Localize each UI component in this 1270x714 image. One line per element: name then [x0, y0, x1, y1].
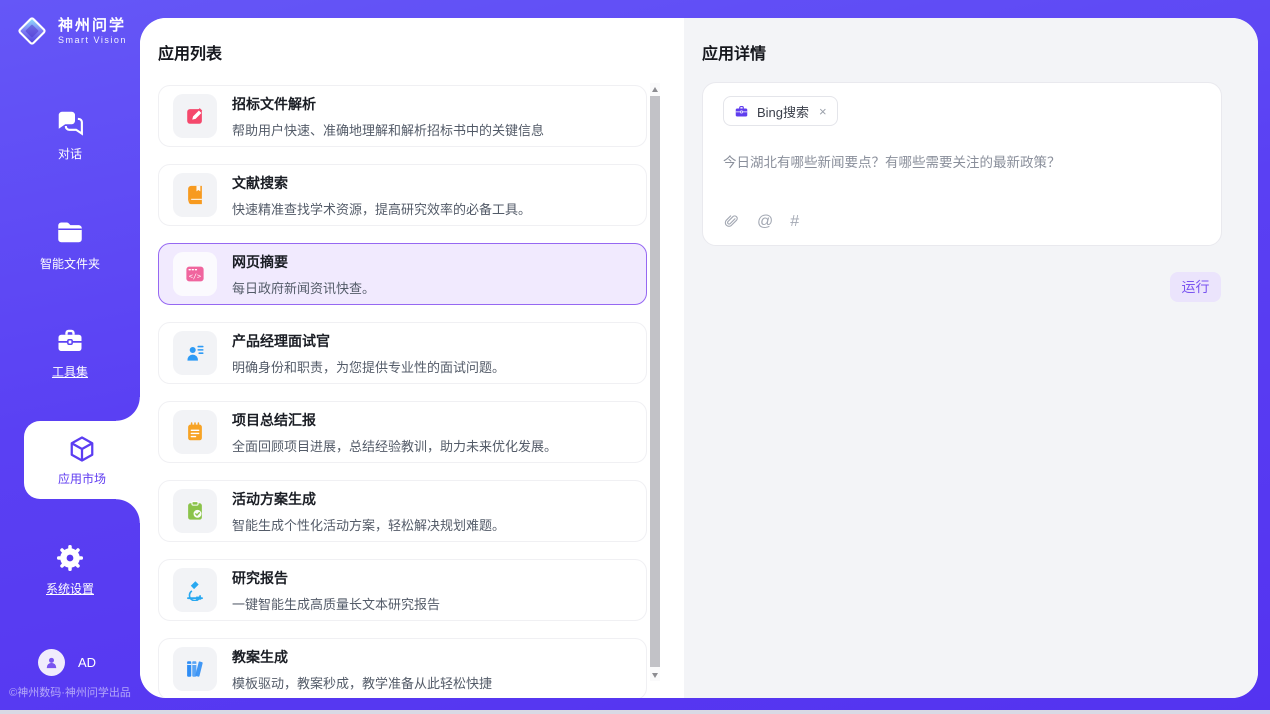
app-card[interactable]: 教案生成 模板驱动，教案秒成，教学准备从此轻松快捷 [158, 638, 647, 698]
sidebar-footer: ©神州数码·神州问学出品 [0, 684, 140, 700]
sidebar-item-label: 应用市场 [58, 470, 106, 487]
app-card-desc: 每日政府新闻资讯快查。 [232, 278, 375, 297]
app-card-desc: 明确身份和职责，为您提供专业性的面试问题。 [232, 357, 505, 376]
scroll-down-arrow[interactable] [650, 669, 660, 681]
app-card-title: 研究报告 [232, 568, 440, 588]
browser-code-icon: </> [173, 252, 217, 296]
query-input[interactable]: 今日湖北有哪些新闻要点？有哪些需要关注的最新政策？ [723, 151, 1203, 171]
app-card[interactable]: </> 网页摘要 每日政府新闻资讯快查。 [158, 243, 647, 305]
app-card-list: 招标文件解析 帮助用户快速、准确地理解和解析招标书中的关键信息 文献搜索 快速精… [158, 85, 647, 698]
person-doc-icon [173, 331, 217, 375]
scroll-up-arrow[interactable] [650, 83, 660, 95]
app-card-desc: 全面回顾项目进展，总结经验教训，助力未来优化发展。 [232, 436, 557, 455]
sidebar-item-app-market-active[interactable]: 应用市场 [24, 421, 140, 499]
sidebar-item-label: 智能文件夹 [0, 255, 140, 272]
hash-icon[interactable]: # [790, 214, 799, 230]
brand-name: 神州问学 [58, 17, 127, 35]
avatar [38, 649, 65, 676]
sidebar-item-label: 工具集 [0, 363, 140, 380]
window-bottom-edge [0, 710, 1270, 714]
microscope-icon [173, 568, 217, 612]
svg-text:</>: </> [189, 272, 201, 280]
app-card[interactable]: 项目总结汇报 全面回顾项目进展，总结经验教训，助力未来优化发展。 [158, 401, 647, 463]
toolbox-icon [0, 326, 140, 356]
book-icon [173, 173, 217, 217]
app-card[interactable]: 招标文件解析 帮助用户快速、准确地理解和解析招标书中的关键信息 [158, 85, 647, 147]
tool-chip-label: Bing搜索 [757, 102, 809, 121]
user-name: AD [78, 655, 96, 670]
app-card-title: 项目总结汇报 [232, 410, 557, 430]
run-button[interactable]: 运行 [1170, 272, 1221, 302]
content-area: 应用列表 招标文件解析 帮助用户快速、准确地理解和解析招标书中的关键信息 文献搜… [140, 18, 1258, 698]
tool-chip-bing-search[interactable]: Bing搜索 × [723, 96, 838, 126]
sidebar-item-label: 系统设置 [0, 580, 140, 597]
app-card-desc: 快速精准查找学术资源，提高研究效率的必备工具。 [232, 199, 531, 218]
sidebar-item-smart-folder[interactable]: 智能文件夹 [0, 218, 140, 272]
books-icon [173, 647, 217, 691]
prompt-input-card[interactable]: Bing搜索 × 今日湖北有哪些新闻要点？有哪些需要关注的最新政策？ @ # [702, 82, 1222, 246]
folder-icon [0, 218, 140, 248]
notepad-icon [173, 410, 217, 454]
briefcase-icon [734, 104, 749, 119]
clipboard-check-icon [173, 489, 217, 533]
app-card-title: 活动方案生成 [232, 489, 505, 509]
app-list-scrollbar[interactable] [650, 83, 660, 681]
sidebar-item-chat[interactable]: 对话 [0, 108, 140, 162]
sidebar-item-toolset[interactable]: 工具集 [0, 326, 140, 380]
app-card-title: 文献搜索 [232, 173, 531, 193]
app-card[interactable]: 文献搜索 快速精准查找学术资源，提高研究效率的必备工具。 [158, 164, 647, 226]
scrollbar-thumb[interactable] [650, 96, 660, 667]
app-card-title: 招标文件解析 [232, 94, 544, 114]
app-detail-title: 应用详情 [702, 40, 766, 64]
chat-icon [0, 108, 140, 138]
app-card-desc: 帮助用户快速、准确地理解和解析招标书中的关键信息 [232, 120, 544, 139]
at-mention-icon[interactable]: @ [757, 214, 773, 230]
app-card-title: 产品经理面试官 [232, 331, 505, 351]
sidebar-item-settings[interactable]: 系统设置 [0, 543, 140, 597]
app-card-desc: 智能生成个性化活动方案，轻松解决规划难题。 [232, 515, 505, 534]
doc-edit-icon [173, 94, 217, 138]
app-list-title: 应用列表 [158, 40, 222, 64]
input-toolbar: @ # [723, 213, 799, 230]
sidebar: 神州问学 Smart Vision 对话 智能文件夹 工具集 应用市场 系统设置… [0, 0, 140, 710]
app-card-title: 教案生成 [232, 647, 492, 667]
app-card-title: 网页摘要 [232, 252, 375, 272]
app-card[interactable]: 研究报告 一键智能生成高质量长文本研究报告 [158, 559, 647, 621]
chip-close-icon[interactable]: × [819, 105, 827, 118]
paperclip-icon[interactable] [723, 213, 740, 230]
gear-icon [0, 543, 140, 573]
sidebar-item-label: 对话 [0, 145, 140, 162]
app-detail-panel: 应用详情 Bing搜索 × 今日湖北有哪些新闻要点？有哪些需要关注的最新政策？ … [684, 18, 1258, 698]
brand-tagline: Smart Vision [58, 35, 127, 45]
app-card[interactable]: 活动方案生成 智能生成个性化活动方案，轻松解决规划难题。 [158, 480, 647, 542]
cube-icon [67, 434, 97, 464]
diamond-logo-icon [13, 12, 51, 50]
app-list-panel: 应用列表 招标文件解析 帮助用户快速、准确地理解和解析招标书中的关键信息 文献搜… [140, 18, 684, 698]
user-account[interactable]: AD [38, 649, 96, 676]
app-card[interactable]: 产品经理面试官 明确身份和职责，为您提供专业性的面试问题。 [158, 322, 647, 384]
app-card-desc: 模板驱动，教案秒成，教学准备从此轻松快捷 [232, 673, 492, 692]
brand-logo: 神州问学 Smart Vision [13, 12, 127, 50]
person-icon [44, 655, 59, 670]
app-card-desc: 一键智能生成高质量长文本研究报告 [232, 594, 440, 613]
